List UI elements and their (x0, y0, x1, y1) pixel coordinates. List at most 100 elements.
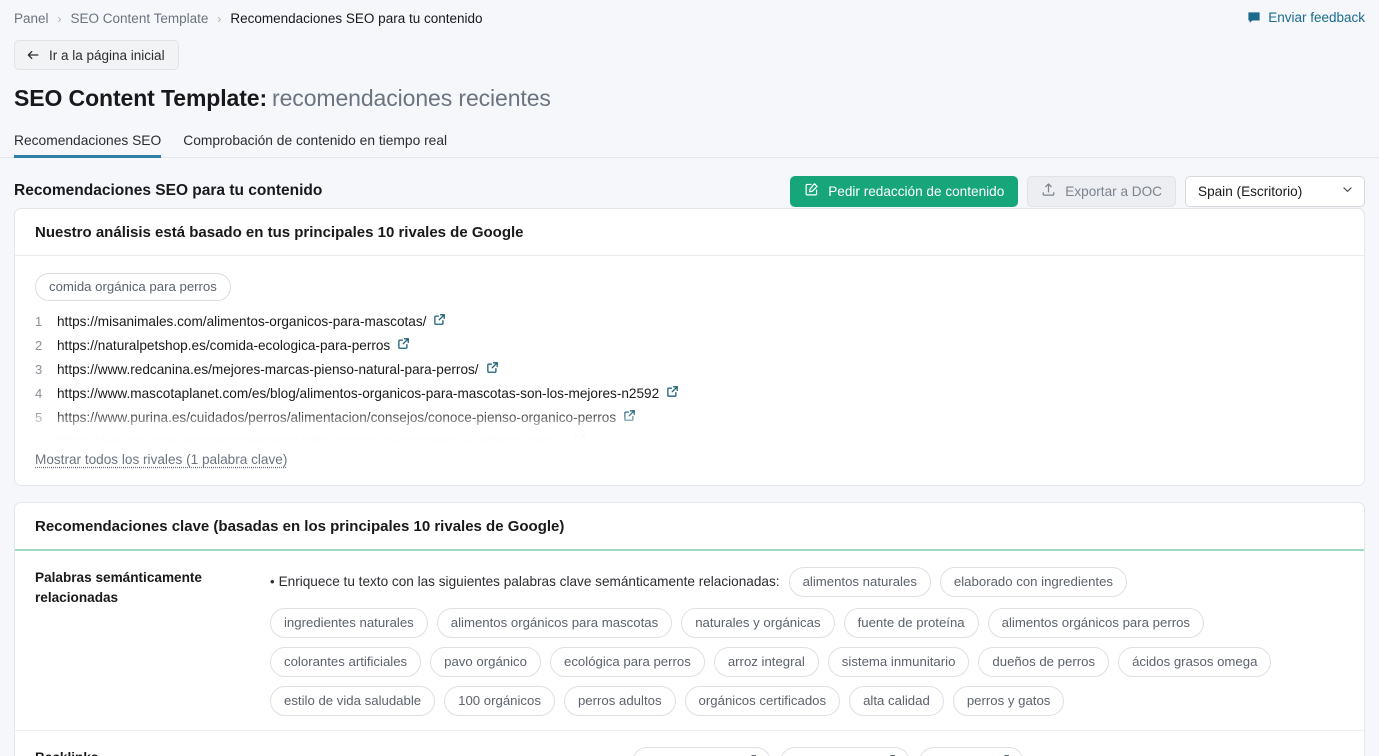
external-link-icon[interactable] (623, 409, 636, 425)
semantic-keyword-chip[interactable]: orgánicos certificados (685, 686, 841, 716)
semantic-keyword-chip[interactable]: alimentos naturales (789, 567, 931, 597)
rival-url[interactable]: https://naturalpetshop.es/comida-ecologi… (57, 338, 390, 353)
semantic-keyword-chip[interactable]: perros y gatos (953, 686, 1065, 716)
semantic-keyword-chip[interactable]: alimentos orgánicos para mascotas (437, 608, 672, 638)
top-bar: Panel › SEO Content Template › Recomenda… (0, 0, 1379, 38)
arrow-left-icon (26, 48, 40, 62)
semantic-keyword-chip[interactable]: elaborado con ingredientes (940, 567, 1127, 597)
breadcrumb-item-seo-content-template[interactable]: SEO Content Template (71, 11, 209, 26)
chip-label: naturales y orgánicas (695, 615, 820, 630)
chip-label: perros y gatos (967, 693, 1051, 708)
chip-label: pavo orgánico (444, 654, 527, 669)
upload-icon (1041, 182, 1056, 200)
rival-row[interactable]: 4 https://www.mascotaplanet.com/es/blog/a… (35, 385, 1344, 409)
semantic-keyword-chip[interactable]: ácidos grasos omega (1118, 647, 1271, 677)
chip-label: elaborado con ingredientes (954, 574, 1113, 589)
rivals-list: 1 https://misanimales.com/alimentos-organ… (35, 313, 1344, 444)
semantic-keyword-chip[interactable]: naturales y orgánicas (681, 608, 834, 638)
send-feedback-label: Enviar feedback (1268, 10, 1365, 25)
external-link-icon[interactable] (573, 433, 586, 444)
page-title-main: SEO Content Template: (14, 85, 267, 111)
recommendation-content: • Enriquece tu texto con las siguientes p… (270, 567, 1344, 716)
rival-row[interactable]: 6 https://www.zooplus.es/magazine/perros/… (35, 433, 1344, 444)
external-link-icon[interactable] (397, 337, 410, 353)
export-to-doc-button[interactable]: Exportar a DOC (1027, 176, 1176, 207)
semantic-keyword-chip[interactable]: dueños de perros (978, 647, 1109, 677)
rival-row[interactable]: 2 https://naturalpetshop.es/comida-ecolog… (35, 337, 1344, 361)
rival-url[interactable]: https://www.redcanina.es/mejores-marcas-… (57, 362, 479, 377)
recommendation-lead-text: • Enriquece tu texto con las siguientes p… (270, 575, 780, 589)
show-all-rivals-link[interactable]: Mostrar todos los rivales (1 palabra cla… (35, 452, 287, 467)
external-link-icon[interactable] (486, 361, 499, 377)
chip-label: sistema inmunitario (842, 654, 956, 669)
external-link-icon[interactable] (433, 313, 446, 329)
chip-label: colorantes artificiales (284, 654, 407, 669)
breadcrumb-item-panel[interactable]: Panel (14, 11, 49, 26)
rival-url[interactable]: https://www.mascotaplanet.com/es/blog/al… (57, 386, 659, 401)
chip-label: estilo de vida saludable (284, 693, 421, 708)
keyword-chip[interactable]: comida orgánica para perros (35, 273, 231, 301)
rival-rank: 1 (35, 314, 57, 329)
rival-url[interactable]: https://www.purina.es/cuidados/perros/al… (57, 410, 616, 425)
rivals-card-body: comida orgánica para perros 1 https://mis… (15, 256, 1364, 485)
semantic-keyword-chip[interactable]: fuente de proteína (844, 608, 979, 638)
tab-bar: Recomendaciones SEO Comprobación de cont… (0, 130, 1379, 158)
recommendation-content: •Prueba a conseguir backlinks de los sig… (270, 747, 1344, 756)
go-to-home-page-label: Ir a la página inicial (49, 48, 165, 63)
key-recommendations-card: Recomendaciones clave (basadas en los pr… (14, 502, 1365, 756)
recommendation-row: Backlinks•Prueba a conseguir backlinks d… (15, 731, 1364, 756)
breadcrumb-separator-icon: › (217, 13, 221, 25)
export-to-doc-label: Exportar a DOC (1065, 184, 1162, 199)
send-feedback-button[interactable]: Enviar feedback (1247, 10, 1365, 25)
semantic-keyword-chip[interactable]: pavo orgánico (430, 647, 541, 677)
external-link-icon[interactable] (666, 385, 679, 401)
breadcrumb-item-current: Recomendaciones SEO para tu contenido (230, 11, 482, 26)
backlink-domain-chip[interactable]: asriportal.com (780, 747, 910, 756)
request-content-writing-label: Pedir redacción de contenido (828, 184, 1004, 199)
rivals-card-title: Nuestro análisis está basado en tus prin… (15, 209, 1364, 256)
toolbar-actions: Pedir redacción de contenido Exportar a … (790, 176, 1365, 207)
rival-row[interactable]: 3 https://www.redcanina.es/mejores-marcas… (35, 361, 1344, 385)
tab-comprobacion-contenido-tiempo-real[interactable]: Comprobación de contenido en tiempo real (183, 133, 447, 158)
recommendation-row: Palabras semánticamente relacionadas • Enr… (15, 551, 1364, 731)
backlink-domain-chip[interactable]: wamiz.mx (919, 747, 1025, 756)
semantic-keyword-chip[interactable]: estilo de vida saludable (270, 686, 435, 716)
recommendation-label: Backlinks (35, 747, 270, 756)
device-location-select[interactable]: Spain (Escritorio) (1185, 176, 1365, 207)
tab-recomendaciones-seo[interactable]: Recomendaciones SEO (14, 133, 161, 158)
semantic-keyword-chip[interactable]: sistema inmunitario (828, 647, 970, 677)
semantic-keyword-chip[interactable]: alta calidad (849, 686, 944, 716)
recommendation-lead-line: • Enriquece tu texto con las siguientes p… (270, 567, 1344, 597)
semantic-keyword-chip[interactable]: perros adultos (564, 686, 676, 716)
rival-rank: 3 (35, 362, 57, 377)
rivals-card: Nuestro análisis está basado en tus prin… (14, 208, 1365, 486)
chevron-down-icon (1341, 183, 1354, 199)
rival-url[interactable]: https://www.zooplus.es/magazine/perros/a… (57, 434, 566, 444)
go-to-home-page-button[interactable]: Ir a la página inicial (14, 40, 179, 70)
rival-rank: 5 (35, 410, 57, 425)
backlink-domain-chip[interactable]: myanimals.com (632, 747, 771, 756)
semantic-keyword-chip[interactable]: alimentos orgánicos para perros (988, 608, 1204, 638)
rival-row[interactable]: 5 https://www.purina.es/cuidados/perros/a… (35, 409, 1344, 433)
semantic-keyword-chip-group: ingredientes naturales alimentos orgánico… (270, 608, 1344, 716)
semantic-keyword-chip[interactable]: ecológica para perros (550, 647, 705, 677)
chip-label: 100 orgánicos (458, 693, 541, 708)
chip-label: dueños de perros (992, 654, 1095, 669)
semantic-keyword-chip[interactable]: ingredientes naturales (270, 608, 428, 638)
semantic-keyword-chip[interactable]: arroz integral (714, 647, 819, 677)
semantic-keyword-chip[interactable]: colorantes artificiales (270, 647, 421, 677)
chip-label: ingredientes naturales (284, 615, 414, 630)
bullet-icon: • (270, 574, 275, 589)
request-content-writing-button[interactable]: Pedir redacción de contenido (790, 176, 1018, 207)
device-location-value: Spain (Escritorio) (1198, 184, 1302, 199)
chip-label: alimentos orgánicos para perros (1002, 615, 1190, 630)
semantic-keyword-chip[interactable]: 100 orgánicos (444, 686, 555, 716)
rival-row[interactable]: 1 https://misanimales.com/alimentos-organ… (35, 313, 1344, 337)
rival-rank: 6 (35, 434, 57, 444)
breadcrumb-separator-icon: › (58, 13, 62, 25)
page-title: SEO Content Template: recomendaciones rec… (0, 70, 1379, 112)
page-title-subject: recomendaciones recientes (272, 85, 551, 111)
speech-bubble-icon (1247, 11, 1261, 25)
rival-url[interactable]: https://misanimales.com/alimentos-organi… (57, 314, 426, 329)
chip-label: fuente de proteína (858, 615, 965, 630)
